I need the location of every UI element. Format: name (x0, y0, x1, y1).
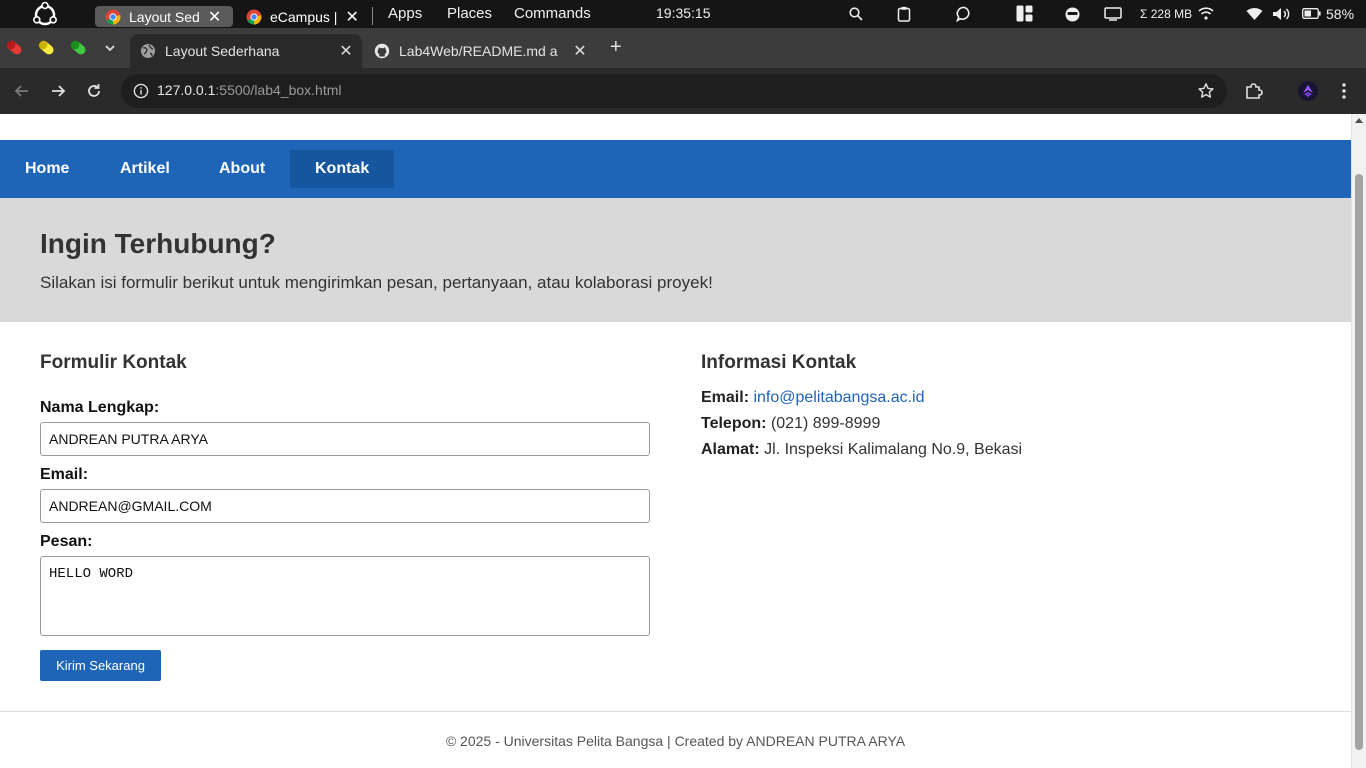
chrome-icon (246, 9, 262, 25)
address-bar[interactable]: 127.0.0.1:5500/lab4_box.html (121, 74, 1227, 108)
divider (372, 7, 373, 25)
clipboard-icon[interactable] (897, 6, 911, 22)
bookmark-star-icon[interactable] (1197, 82, 1215, 100)
profile-avatar-icon[interactable] (1297, 80, 1319, 102)
taskbar-item-layout[interactable]: Layout Sed ✕ (95, 6, 233, 27)
monitor-icon[interactable] (1104, 7, 1122, 21)
url-text[interactable]: 127.0.0.1:5500/lab4_box.html (157, 82, 341, 98)
network-icon[interactable] (1198, 7, 1214, 20)
github-icon (374, 43, 390, 59)
extension-yellow-icon[interactable] (35, 37, 57, 59)
info-phone-value: (021) 899-8999 (770, 415, 881, 432)
memory-indicator[interactable]: Σ 228 MB (1140, 7, 1192, 21)
extension-red-icon[interactable] (3, 37, 25, 59)
tab-title: Layout Sederhana (165, 43, 280, 59)
close-icon[interactable]: ✕ (345, 7, 358, 27)
taskbar-item-ecampus[interactable]: eCampus | ✕ (236, 6, 370, 27)
info-address-row: Alamat: Jl. Inspeksi Kalimalang No.9, Be… (701, 441, 1022, 459)
menu-apps[interactable]: Apps (388, 5, 422, 22)
more-menu-icon[interactable] (1333, 80, 1355, 102)
submit-button[interactable]: Kirim Sekarang (40, 650, 161, 681)
tab-title: Lab4Web/README.md a (399, 43, 558, 59)
name-label: Nama Lengkap: (40, 399, 160, 416)
tab-layout-sederhana[interactable]: Layout Sederhana ✕ (130, 34, 362, 68)
extensions-puzzle-icon[interactable] (1243, 80, 1265, 102)
info-icon[interactable] (133, 83, 149, 99)
volume-icon[interactable] (1272, 7, 1292, 21)
extension-green-icon[interactable] (67, 37, 89, 59)
tab-readme[interactable]: Lab4Web/README.md a ✕ (364, 34, 596, 68)
name-input[interactable] (40, 422, 650, 456)
email-input[interactable] (40, 489, 650, 523)
scroll-up-arrow-icon[interactable] (1355, 118, 1363, 123)
close-tab-icon[interactable]: ✕ (570, 41, 590, 61)
nav-kontak[interactable]: Kontak (290, 150, 395, 188)
ubuntu-logo-icon[interactable] (31, 1, 59, 29)
taskbar-item-label: eCampus | (270, 8, 338, 25)
url-host: 127.0.0.1 (157, 82, 216, 98)
browser-tab-strip: Layout Sederhana ✕ Lab4Web/README.md a ✕… (0, 28, 1366, 68)
globe-icon (141, 44, 155, 58)
back-icon[interactable] (11, 80, 33, 102)
menu-places[interactable]: Places (447, 5, 492, 22)
contact-info-section: Informasi Kontak Email: info@pelitabangs… (701, 352, 1301, 458)
site-header (0, 114, 1351, 140)
vertical-scrollbar[interactable] (1351, 114, 1366, 768)
reload-icon[interactable] (83, 80, 105, 102)
battery-percentage[interactable]: 58% (1326, 6, 1354, 22)
info-address-value: Jl. Inspeksi Kalimalang No.9, Bekasi (764, 441, 1023, 458)
new-tab-button[interactable]: + (610, 36, 622, 59)
forward-icon[interactable] (47, 80, 69, 102)
scrollbar-thumb[interactable] (1355, 174, 1363, 750)
battery-icon[interactable] (1302, 8, 1321, 19)
message-label: Pesan: (40, 533, 93, 550)
os-top-bar: Layout Sed ✕ eCampus | ✕ Apps Places Com… (0, 0, 1366, 28)
chrome-icon (105, 9, 121, 25)
close-tab-icon[interactable]: ✕ (336, 41, 356, 61)
message-textarea[interactable]: HELLO WORD (40, 556, 650, 636)
close-icon[interactable]: ✕ (208, 7, 221, 27)
search-icon[interactable] (849, 7, 863, 21)
page-footer: © 2025 - Universitas Pelita Bangsa | Cre… (0, 711, 1351, 768)
sunglasses-icon[interactable] (1065, 7, 1080, 22)
hero-section: Ingin Terhubung? Silakan isi formulir be… (0, 198, 1351, 322)
chevron-down-icon[interactable] (101, 39, 119, 57)
info-phone-row: Telepon: (021) 899-8999 (701, 415, 880, 433)
taskbar-item-label: Layout Sed (129, 8, 200, 25)
contact-form-title: Formulir Kontak (40, 352, 187, 373)
menu-commands[interactable]: Commands (514, 5, 591, 22)
nav-artikel[interactable]: Artikel (95, 150, 195, 188)
page-viewport: Home Artikel About Kontak Ingin Terhubun… (0, 114, 1366, 768)
contact-info-title: Informasi Kontak (701, 352, 857, 373)
hero-subtitle: Silakan isi formulir berikut untuk mengi… (40, 273, 713, 292)
main-navbar: Home Artikel About Kontak (0, 140, 1351, 198)
clock[interactable]: 19:35:15 (656, 5, 711, 21)
nav-home[interactable]: Home (0, 150, 94, 188)
url-path: :5500/lab4_box.html (215, 82, 342, 98)
hero-title: Ingin Terhubung? (40, 228, 276, 259)
info-phone-label: Telepon: (701, 415, 767, 432)
layout-icon[interactable] (1016, 5, 1033, 22)
browser-toolbar: 127.0.0.1:5500/lab4_box.html (0, 68, 1366, 114)
info-address-label: Alamat: (701, 441, 760, 458)
info-email-label: Email: (701, 389, 750, 406)
nav-about[interactable]: About (194, 150, 290, 188)
footer-text: © 2025 - Universitas Pelita Bangsa | Cre… (445, 733, 906, 749)
wifi-icon[interactable] (1246, 7, 1263, 21)
contact-form-section: Formulir Kontak Nama Lengkap: Email: Pes… (40, 352, 650, 681)
info-email-row: Email: info@pelitabangsa.ac.id (701, 389, 925, 407)
email-label: Email: (40, 466, 89, 483)
chat-icon[interactable] (956, 6, 973, 22)
info-email-link[interactable]: info@pelitabangsa.ac.id (753, 389, 924, 406)
